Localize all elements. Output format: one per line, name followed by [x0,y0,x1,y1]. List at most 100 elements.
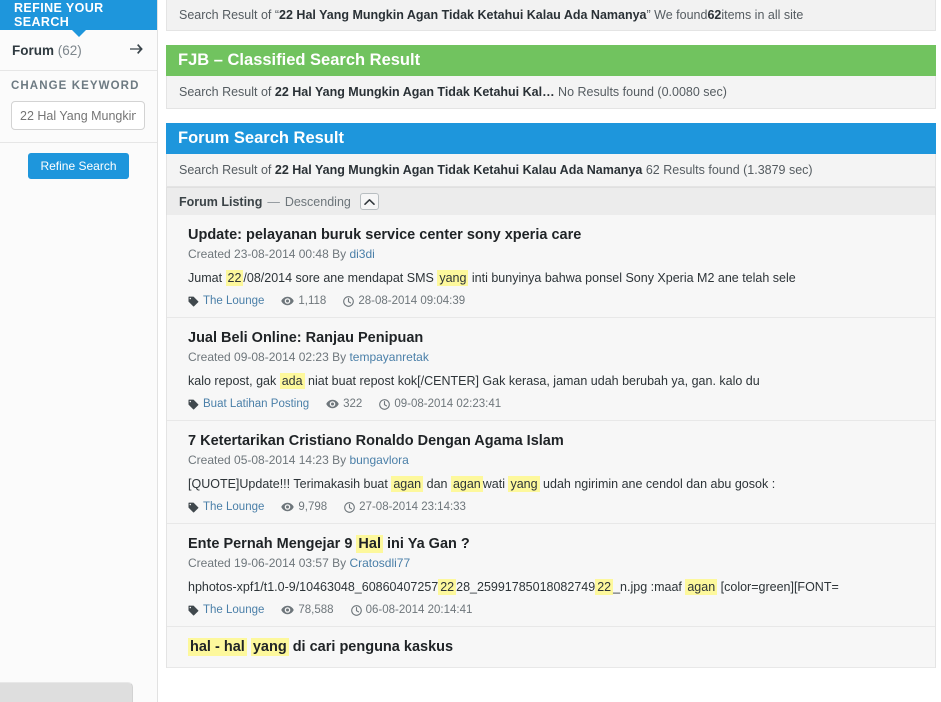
result-created: Created 05-08-2014 14:23 By bungavlora [188,452,923,468]
forum-filter-text: Forum [12,43,54,58]
result-snippet: hphotos-xpf1/t1.0-9/10463048_60860407257… [188,579,839,595]
forum-section-header: Forum Search Result [166,123,936,154]
summary-suffix: items in all site [721,8,804,22]
result-time-value: 09-08-2014 02:23:41 [394,398,502,410]
keyword-highlight: 22 [225,270,244,286]
result-snippet: [QUOTE]Update!!! Terimakasih buat agan d… [188,476,776,492]
forum-query: 22 Hal Yang Mungkin Agan Tidak Ketahui K… [274,163,643,177]
fjb-section-title: FJB – Classified Search Result [178,51,421,69]
result-item[interactable]: 7 Ketertarikan Cristiano Ronaldo Dengan … [167,421,935,524]
sort-direction-label[interactable]: Descending [285,195,351,209]
result-meta: The Lounge 1,118 28-08-2014 09:04:39 [188,294,923,308]
result-forum[interactable]: The Lounge [188,500,264,514]
forum-section: Forum Search Result Search Result of 22 … [166,123,936,187]
forum-listing-dash: — [267,194,280,209]
result-views: 1,118 [281,294,326,308]
result-views: 78,588 [281,603,334,617]
refine-search-header-label: REFINE YOUR SEARCH [14,1,104,29]
result-views-count: 9,798 [298,501,328,513]
summary-count: 62 [707,8,722,22]
keyword-input[interactable] [11,101,145,130]
result-meta: The Lounge 9,798 27-08-2014 23:14:33 [188,500,923,514]
result-views-count: 1,118 [298,295,327,307]
refine-button-row: Refine Search [0,143,157,189]
created-date: 23-08-2014 00:48 [234,247,329,261]
by-label: By [328,350,350,364]
forum-filter-count: (62) [57,43,82,58]
by-label: By [328,453,350,467]
tag-icon [188,296,199,307]
global-search-summary: Search Result of “22 Hal Yang Mungkin Ag… [166,0,936,31]
result-forum[interactable]: The Lounge [188,603,264,617]
chevron-up-icon[interactable] [359,193,379,210]
result-item[interactable]: Jual Beli Online: Ranjau Penipuan Created… [167,318,935,421]
fjb-section-header: FJB – Classified Search Result [166,45,936,76]
fjb-prefix: Search Result of [179,85,275,99]
result-item[interactable]: Update: pelayanan buruk service center s… [167,215,935,318]
result-title[interactable]: Jual Beli Online: Ranjau Penipuan [188,329,923,347]
result-author[interactable]: di3di [349,247,374,261]
created-date: 19-06-2014 03:57 [234,556,329,570]
result-author[interactable]: Cratosdli77 [349,556,410,570]
result-title[interactable]: hal - hal yang di cari penguna kaskus [188,638,923,656]
result-title[interactable]: Update: pelayanan buruk service center s… [188,226,923,244]
result-forum[interactable]: Buat Latihan Posting [188,397,309,411]
fjb-section: FJB – Classified Search Result Search Re… [166,45,936,109]
result-views: 9,798 [281,500,327,514]
clock-icon [350,604,362,616]
by-label: By [328,247,350,261]
forum-filter-label: Forum (62) [12,43,82,58]
keyword-highlight: agan [685,579,718,595]
created-label: Created [188,556,235,570]
forum-results-list: Update: pelayanan buruk service center s… [166,215,936,668]
search-results-content: Search Result of “ 22 Hal Yang Mungkin Ag… [166,0,936,702]
result-title[interactable]: 7 Ketertarikan Cristiano Ronaldo Dengan … [188,432,923,450]
forum-prefix: Search Result of [179,163,275,177]
forum-section-body: Search Result of 22 Hal Yang Mungkin Aga… [166,154,936,187]
result-views-count: 322 [343,398,363,410]
by-label: By [328,556,350,570]
result-item[interactable]: Ente Pernah Mengejar 9 Hal ini Ya Gan ? C… [167,524,935,627]
result-item[interactable]: hal - hal yang di cari penguna kaskus [167,627,935,668]
fjb-status: No Results found (0.0080 sec) [554,85,727,99]
result-time-value: 27-08-2014 23:14:33 [359,501,466,513]
eye-icon [281,502,295,512]
result-time: 27-08-2014 23:14:33 [344,500,466,514]
forum-listing-title: Forum Listing [179,194,263,209]
result-forum-link[interactable]: The Lounge [203,500,264,514]
result-created: Created 09-08-2014 02:23 By tempayanreta… [188,349,923,365]
keyword-highlight: ada [279,373,305,389]
keyword-highlight: agan [450,476,483,492]
keyword-highlight: agan [391,476,424,492]
result-created: Created 23-08-2014 00:48 By di3di [188,246,923,262]
arrow-right-icon[interactable] [130,43,145,58]
clock-icon [343,295,355,307]
fjb-query: 22 Hal Yang Mungkin Agan Tidak Ketahui K… [274,85,555,99]
result-meta: Buat Latihan Posting 322 09-08-2014 02:23:… [188,397,923,411]
result-author[interactable]: tempayanretak [349,350,428,364]
result-time: 06-08-2014 20:14:41 [350,603,472,617]
eye-icon [326,399,339,409]
result-forum-link[interactable]: The Lounge [203,294,264,308]
keyword-highlight: yang [437,270,469,286]
result-snippet: kalo repost, gak ada niat buat repost ko… [188,373,760,389]
clock-icon [344,501,356,513]
result-title[interactable]: Ente Pernah Mengejar 9 Hal ini Ya Gan ? [188,535,923,553]
keyword-highlight: 22 [595,579,614,595]
result-forum[interactable]: The Lounge [188,294,264,308]
result-forum-link[interactable]: Buat Latihan Posting [203,397,309,411]
refine-search-header: REFINE YOUR SEARCH [0,0,157,37]
change-keyword-label: CHANGE KEYWORD [11,80,140,92]
keyword-highlight: yang [508,476,540,492]
result-time: 09-08-2014 02:23:41 [379,397,501,411]
keyword-highlight: hal - hal [188,638,247,656]
change-keyword-block: CHANGE KEYWORD [0,71,157,143]
summary-prefix: Search Result of “ [179,8,280,22]
result-forum-link[interactable]: The Lounge [203,603,264,617]
forum-listing-toolbar: Forum Listing — Descending [166,187,936,215]
refine-search-button[interactable]: Refine Search [28,153,129,179]
result-author[interactable]: bungavlora [349,453,408,467]
summary-middle: ” We found [646,8,708,22]
eye-icon [281,605,295,615]
tag-icon [188,502,199,513]
